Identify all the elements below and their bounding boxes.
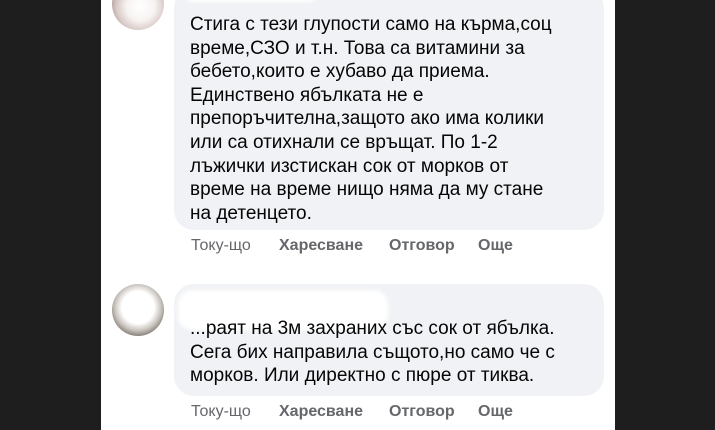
comment-actions: Току-що Харесване Отговор Още	[191, 403, 513, 421]
reply-button[interactable]: Отговор	[389, 403, 478, 421]
more-button[interactable]: Още	[478, 237, 513, 255]
like-button[interactable]: Харесване	[279, 237, 389, 255]
redacted-name	[186, 0, 316, 2]
comment-bubble: ия Стига с тези глупости само на кърма,с…	[174, 0, 604, 230]
comment-text: ...раят на 3м захраних със сок от ябълка…	[190, 318, 555, 387]
avatar[interactable]	[112, 284, 164, 336]
reply-button[interactable]: Отговор	[389, 237, 478, 255]
comment-text: Стига с тези глупости само на кърма,соц …	[190, 14, 552, 224]
comment-timestamp[interactable]: Току-що	[191, 403, 279, 421]
comment-bubble: ...раят на 3м захраних със сок от ябълка…	[174, 284, 604, 396]
more-button[interactable]: Още	[478, 403, 513, 421]
comment-actions: Току-що Харесване Отговор Още	[191, 237, 513, 255]
comment-timestamp[interactable]: Току-що	[191, 237, 279, 255]
like-button[interactable]: Харесване	[279, 403, 389, 421]
